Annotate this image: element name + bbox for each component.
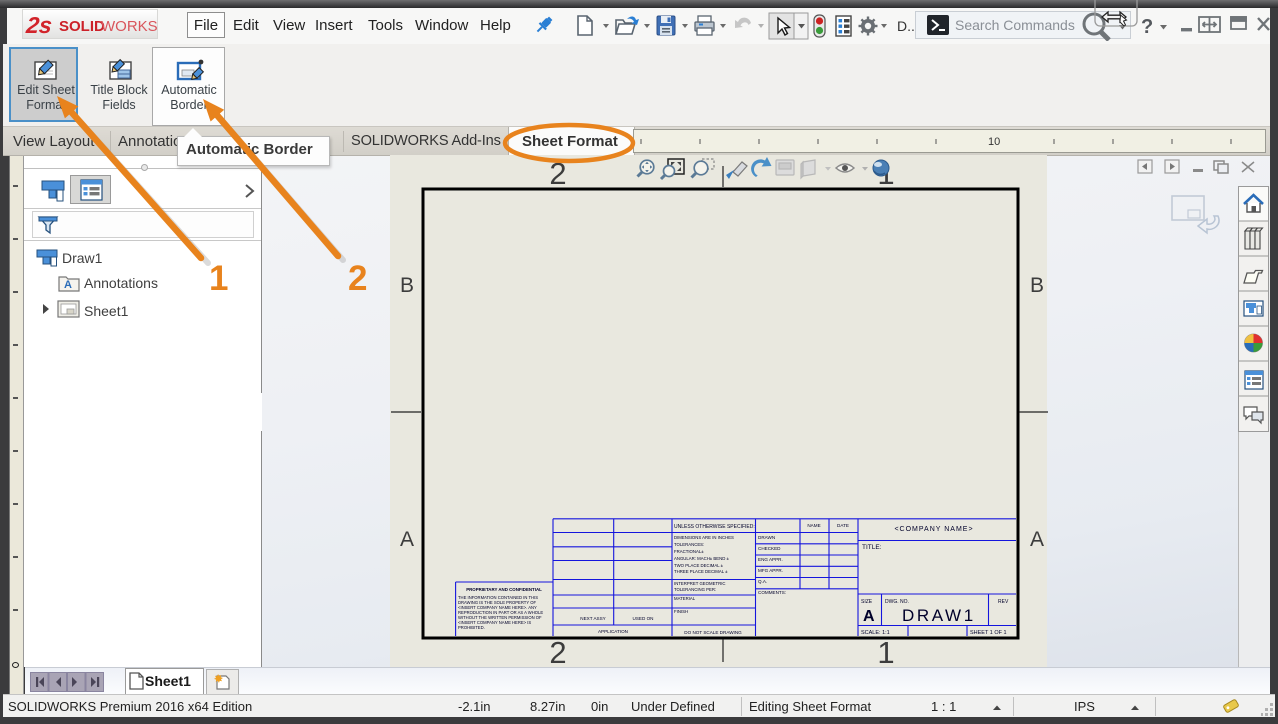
svg-text:ANGULAR: MACH± BEND ±: ANGULAR: MACH± BEND ± [674,556,729,561]
svg-text:UNLESS OTHERWISE SPECIFIED:: UNLESS OTHERWISE SPECIFIED: [674,524,755,530]
svg-text:DWG. NO.: DWG. NO. [885,599,909,605]
svg-text:COMMENTS:: COMMENTS: [758,590,786,595]
svg-text:Q.A.: Q.A. [758,579,767,584]
svg-text:A: A [1030,528,1044,551]
svg-text:INTERPRET GEOMETRIC: INTERPRET GEOMETRIC [674,581,726,586]
svg-text:10: 10 [988,136,1000,148]
svg-text:DATE: DATE [837,523,849,528]
svg-text:NEXT ASSY: NEXT ASSY [580,616,605,621]
svg-text:NAME: NAME [807,523,820,528]
svg-text:2: 2 [549,635,566,670]
svg-text:TITLE:: TITLE: [862,544,882,551]
svg-text:WORKS: WORKS [101,18,158,35]
svg-text:B: B [400,274,414,297]
svg-text:2: 2 [549,156,566,191]
svg-text:FINISH: FINISH [674,609,688,614]
svg-text:APPLICATION: APPLICATION [598,629,628,634]
svg-text:1: 1 [877,635,894,670]
svg-text:SCALE: 1:1: SCALE: 1:1 [861,630,890,636]
svg-text:2s: 2s [25,12,54,38]
svg-text:PROPRIETARY AND CONFIDENTIAL: PROPRIETARY AND CONFIDENTIAL [466,587,542,592]
svg-text:D..: D.. [897,18,915,34]
svg-text:TWO PLACE DECIMAL ±: TWO PLACE DECIMAL ± [674,563,724,568]
svg-text:SIZE: SIZE [861,599,873,605]
svg-text:MATERIAL: MATERIAL [674,596,696,601]
svg-text:THREE PLACE DECIMAL ±: THREE PLACE DECIMAL ± [674,569,728,574]
svg-text:CHECKED: CHECKED [758,546,781,551]
svg-text:MFG APPR.: MFG APPR. [758,568,783,573]
svg-text:TOLERANCES:: TOLERANCES: [674,542,704,547]
svg-text:DRAWN: DRAWN [758,535,775,540]
svg-text:FRACTIONAL±: FRACTIONAL± [674,549,704,554]
svg-text:DIMENSIONS ARE IN INCHES: DIMENSIONS ARE IN INCHES [674,535,734,540]
svg-text:USED ON: USED ON [633,616,654,621]
svg-text:B: B [1030,274,1044,297]
svg-text:PROHIBITED.: PROHIBITED. [458,625,485,630]
svg-text:A: A [400,528,414,551]
svg-text:?: ? [1141,16,1153,38]
svg-text:A: A [64,279,72,291]
svg-text:SHEET 1 OF 1: SHEET 1 OF 1 [970,630,1007,636]
svg-text:TOLERANCING PER:: TOLERANCING PER: [674,587,716,592]
svg-text:<COMPANY NAME>: <COMPANY NAME> [894,526,973,533]
svg-text:SOLID: SOLID [59,18,105,35]
svg-text:A: A [863,608,875,625]
svg-text:ENG APPR.: ENG APPR. [758,557,783,562]
svg-text:DRAW1: DRAW1 [902,606,976,625]
svg-text:DO NOT SCALE DRAWING: DO NOT SCALE DRAWING [684,630,742,635]
svg-text:REV: REV [998,599,1009,605]
